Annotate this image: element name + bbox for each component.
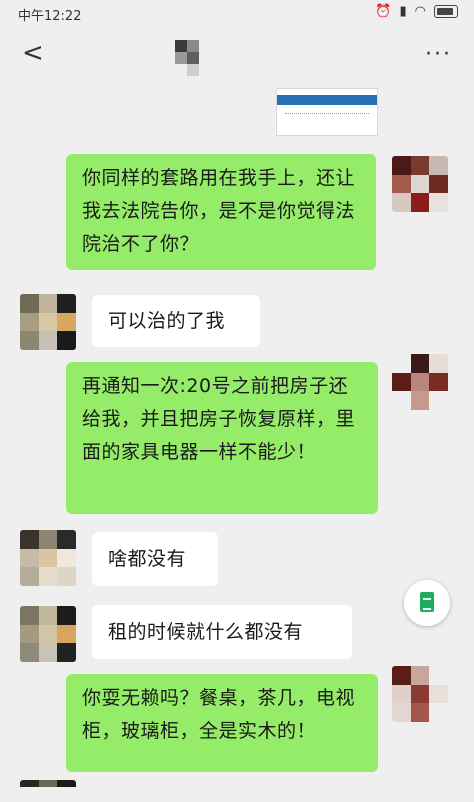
chevron-left-icon[interactable]: < (22, 40, 44, 66)
contact-avatar[interactable] (20, 530, 76, 586)
contact-avatar[interactable] (20, 294, 76, 350)
message-bubble-sent[interactable]: 你同样的套路用在我手上，还让我去法院告你，是不是你觉得法院治不了你？ (66, 154, 376, 270)
status-icons: ⏰ ▮ ◠ (375, 4, 458, 19)
my-avatar[interactable] (392, 354, 448, 410)
message-bubble-received[interactable]: 啥都没有 (92, 532, 218, 586)
status-time: 中午12:22 (18, 9, 82, 24)
document-icon (420, 592, 434, 612)
status-bar: 中午12:22 ⏰ ▮ ◠ (0, 0, 474, 26)
message-bubble-received[interactable]: 租的时候就什么都没有 (92, 605, 352, 659)
message-bubble-received[interactable]: 可以治的了我 (92, 295, 260, 347)
message-bubble-sent[interactable]: 再通知一次:20号之前把房子还给我，并且把房子恢复原样，里面的家具电器一样不能少… (66, 362, 378, 514)
chat-header: < ··· (0, 30, 474, 78)
floating-document-button[interactable] (404, 580, 450, 626)
contact-avatar[interactable] (20, 606, 76, 662)
my-avatar[interactable] (392, 156, 448, 212)
shared-image-thumbnail[interactable] (276, 88, 378, 136)
my-avatar[interactable] (392, 666, 448, 722)
contact-avatar[interactable] (20, 780, 76, 802)
alarm-icon: ⏰ (375, 4, 392, 19)
contact-name-pixelated (175, 40, 211, 76)
battery-icon (434, 5, 458, 18)
signal-icon: ▮ (399, 4, 407, 19)
wifi-icon: ◠ (414, 4, 426, 19)
more-dots-icon[interactable]: ··· (425, 42, 452, 67)
message-bubble-sent[interactable]: 你耍无赖吗？餐桌，茶几，电视柜，玻璃柜，全是实木的！ (66, 674, 378, 772)
